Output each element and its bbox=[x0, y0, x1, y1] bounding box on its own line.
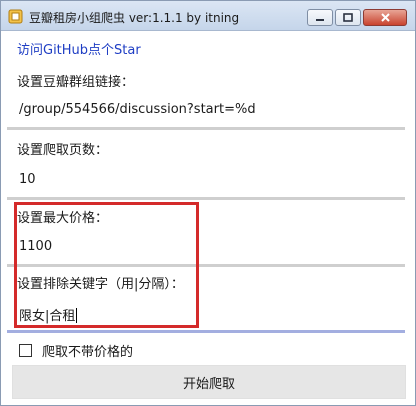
window-title: 豆瓣租房小组爬虫 ver:1.1.1 by itning bbox=[29, 11, 240, 25]
maximize-icon bbox=[343, 12, 353, 22]
group-url-underline bbox=[7, 127, 405, 130]
exclude-label: 设置排除关键字（用|分隔）： bbox=[17, 277, 184, 292]
group-url-input[interactable]: /group/554566/discussion?start=%d bbox=[7, 92, 407, 130]
max-price-label: 设置最大价格： bbox=[17, 211, 109, 226]
no-price-checkbox[interactable] bbox=[19, 343, 32, 357]
text-caret bbox=[76, 308, 78, 323]
max-price-input[interactable]: 1100 bbox=[7, 229, 407, 267]
group-url-value: /group/554566/discussion?start=%d bbox=[19, 102, 256, 117]
start-crawl-label: 开始爬取 bbox=[182, 376, 235, 392]
start-crawl-button[interactable]: 开始爬取 bbox=[12, 365, 406, 399]
pages-value: 10 bbox=[19, 172, 36, 187]
github-link[interactable]: 访问GitHub点个Star bbox=[17, 43, 141, 58]
no-price-option[interactable]: 爬取不带价格的 bbox=[19, 341, 134, 360]
maximize-button[interactable] bbox=[335, 9, 361, 26]
pages-underline bbox=[7, 197, 405, 200]
max-price-underline bbox=[7, 264, 405, 267]
pages-input[interactable]: 10 bbox=[7, 162, 407, 200]
group-url-label: 设置豆瓣群组链接： bbox=[17, 75, 135, 90]
pages-label: 设置爬取页数： bbox=[17, 143, 109, 158]
main-panel: 访问GitHub点个Star 设置豆瓣群组链接： /group/554566/d… bbox=[7, 32, 409, 402]
close-icon bbox=[380, 13, 390, 22]
max-price-value: 1100 bbox=[19, 239, 53, 254]
app-window: 豆瓣租房小组爬虫 ver:1.1.1 by itning 访问GitHub点个S… bbox=[0, 0, 416, 406]
title-bar: 豆瓣租房小组爬虫 ver:1.1.1 by itning bbox=[1, 1, 415, 31]
app-icon bbox=[8, 9, 23, 24]
minimize-icon bbox=[316, 18, 324, 21]
exclude-input[interactable]: 限女|合租 bbox=[7, 295, 407, 333]
minimize-button[interactable] bbox=[307, 9, 333, 26]
exclude-value: 限女|合租 bbox=[19, 309, 76, 324]
close-button[interactable] bbox=[363, 9, 407, 26]
no-price-label: 爬取不带价格的 bbox=[42, 344, 134, 360]
exclude-underline bbox=[7, 330, 405, 333]
